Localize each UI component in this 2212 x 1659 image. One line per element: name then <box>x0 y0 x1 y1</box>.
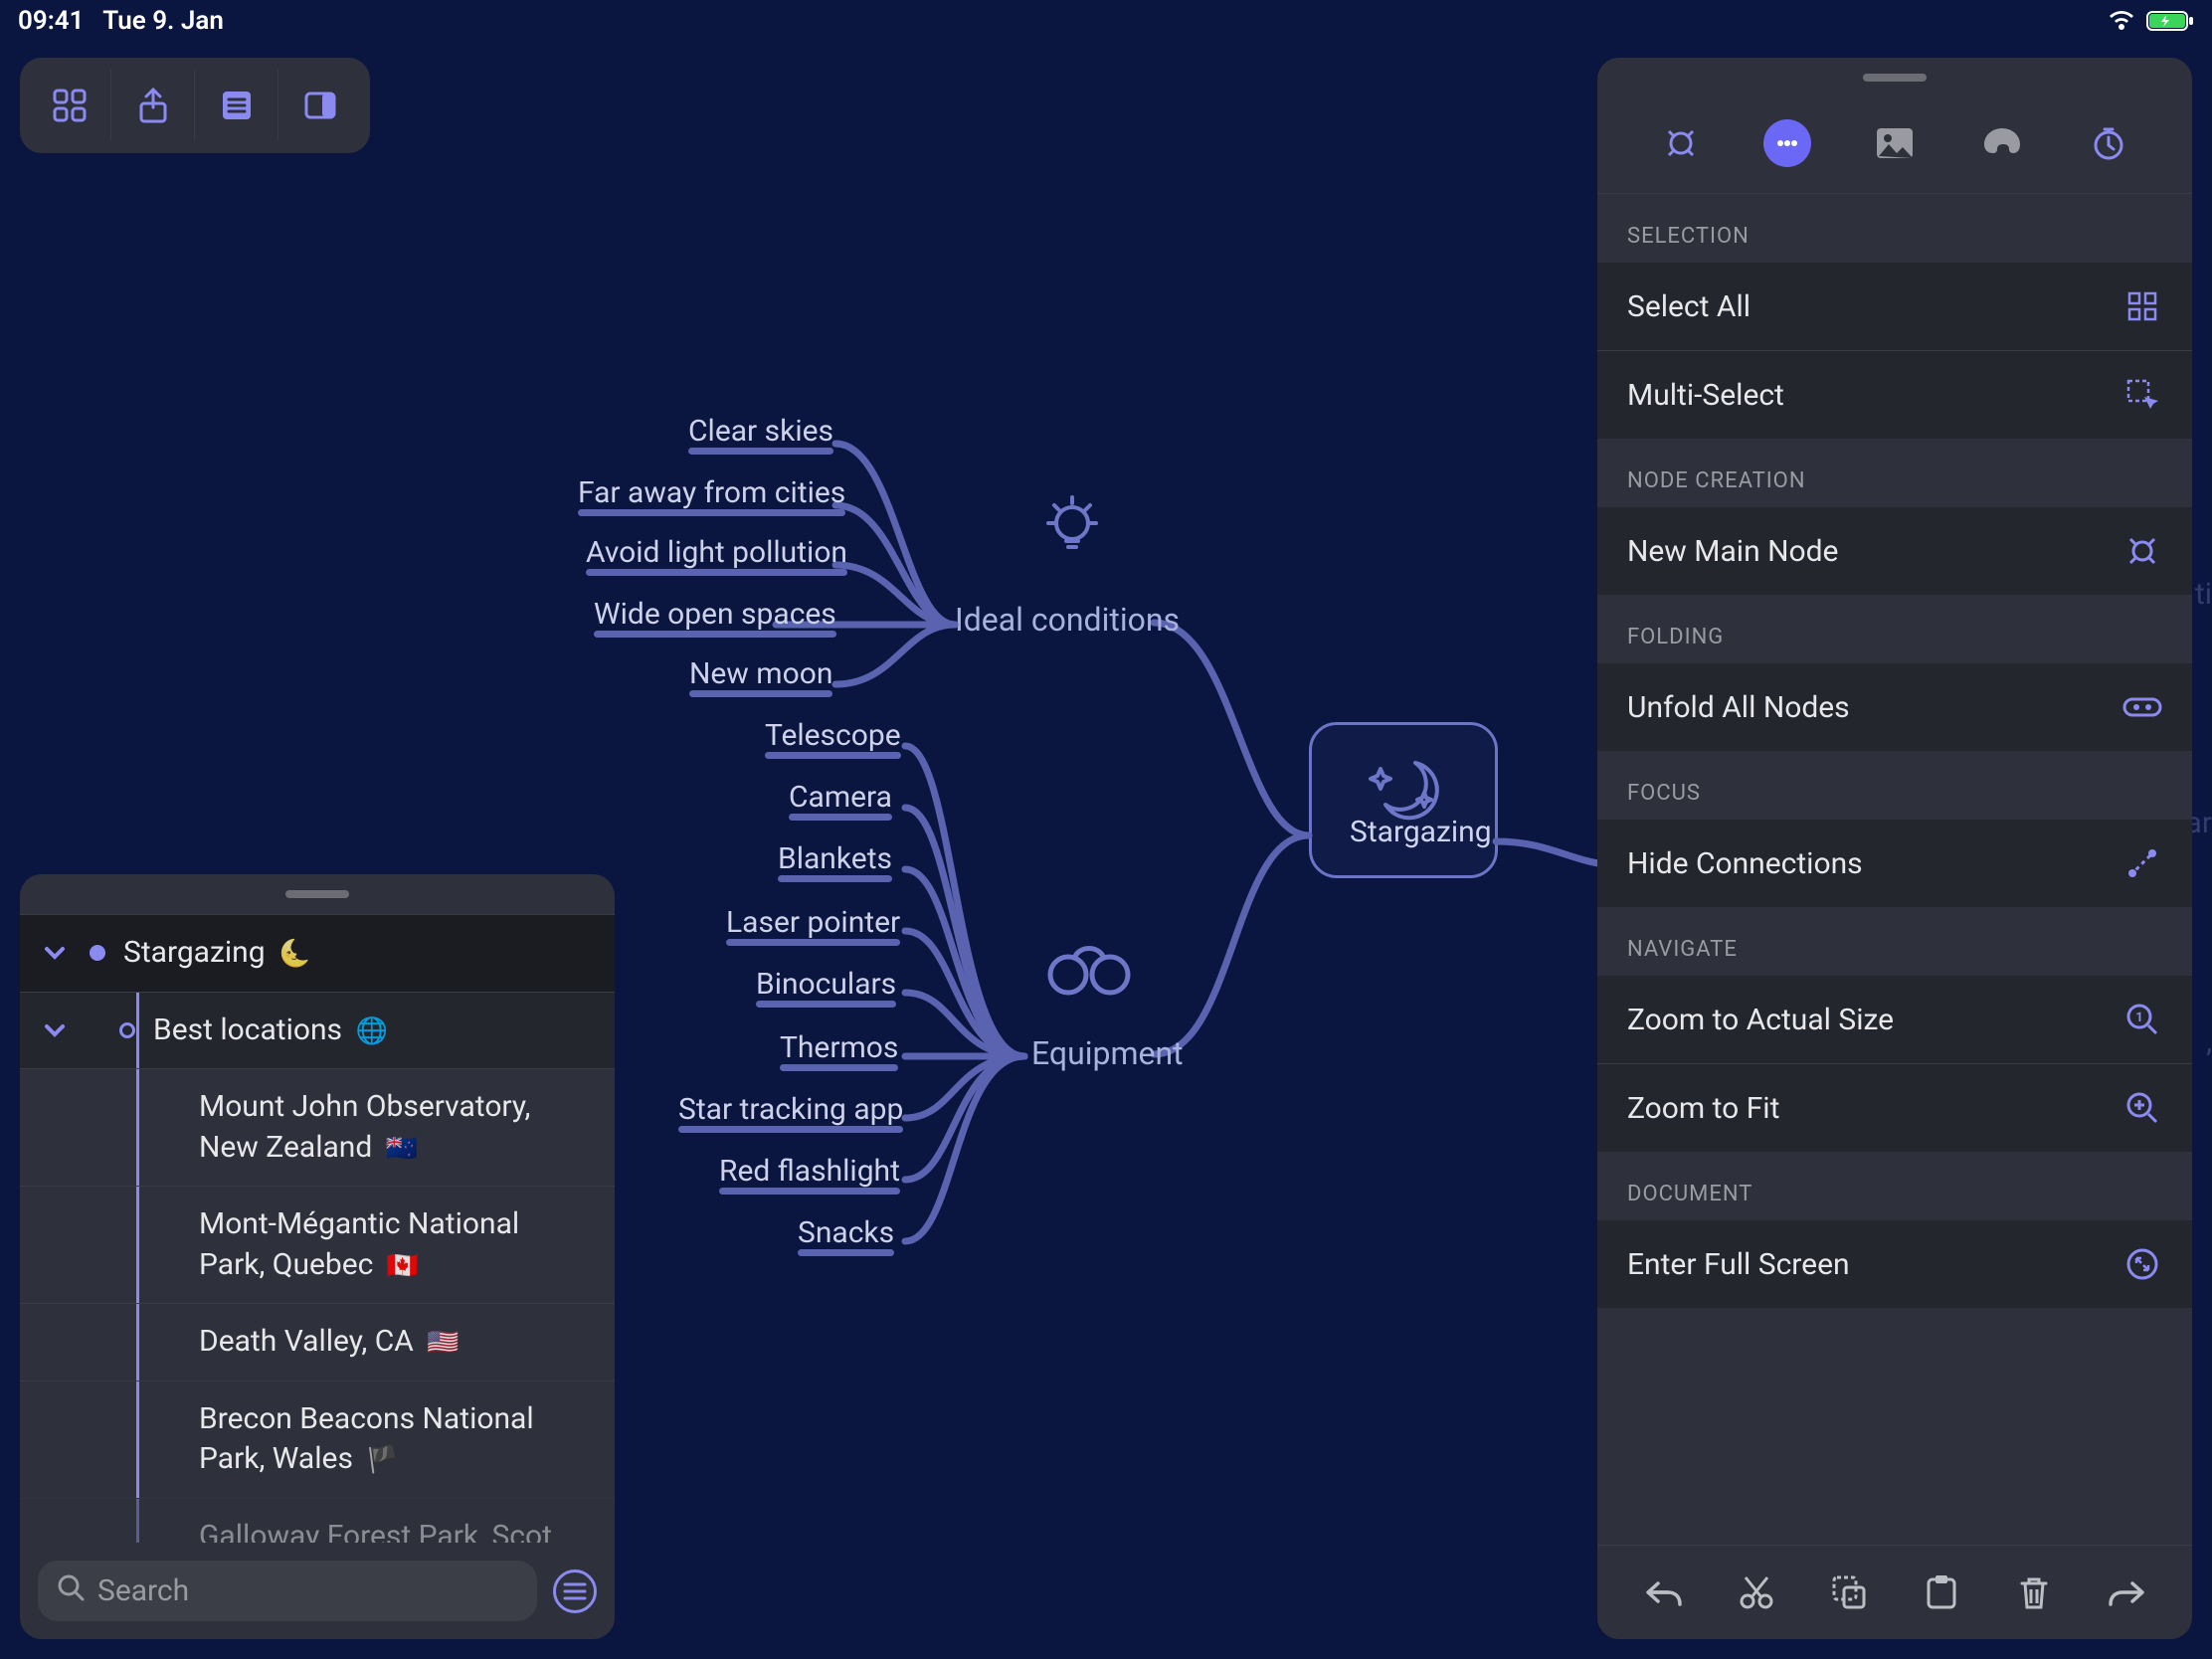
section-title: NODE CREATION <box>1597 439 2192 507</box>
node-bullet <box>119 1022 135 1038</box>
outline-branch-row[interactable]: Best locations 🌐 <box>20 992 615 1069</box>
outline-item-row[interactable]: Brecon Beacons National Park, Wales 🏴 <box>20 1381 615 1498</box>
section-title: SELECTION <box>1597 194 2192 263</box>
outline-label: Stargazing 🌜 <box>123 933 326 974</box>
mindmap-node[interactable]: Binoculars <box>756 967 896 1002</box>
status-time: 09:41 <box>18 6 85 36</box>
inspector-tabs <box>1597 97 2192 194</box>
hide-connections-row[interactable]: Hide Connections <box>1597 820 2192 907</box>
battery-icon <box>2146 9 2194 33</box>
outline-label: Mount John Observatory, New Zealand 🇳🇿 <box>199 1087 597 1168</box>
lightbulb-icon <box>1034 487 1110 570</box>
mindmap-node[interactable]: Laser pointer <box>726 905 900 940</box>
search-field[interactable] <box>97 1573 519 1608</box>
outline-item-row[interactable]: Galloway Forest Park, Scot <box>20 1498 615 1544</box>
mindmap-node[interactable]: Clear skies <box>688 414 833 449</box>
copy-button[interactable] <box>1824 1567 1874 1617</box>
mindmap-node[interactable]: Avoid light pollution <box>586 535 847 570</box>
fullscreen-row[interactable]: Enter Full Screen <box>1597 1220 2192 1308</box>
zoom-fit-icon <box>2122 1088 2162 1128</box>
chevron-down-icon[interactable] <box>20 1016 90 1044</box>
multi-select-row[interactable]: Multi-Select <box>1597 350 2192 439</box>
zoom-actual-icon: 1 <box>2122 1000 2162 1039</box>
outline-label: Mont-Mégantic National Park, Quebec 🇨🇦 <box>199 1204 597 1285</box>
mindmap-node[interactable]: Red flashlight <box>719 1154 900 1189</box>
outline-item-row[interactable]: Mount John Observatory, New Zealand 🇳🇿 <box>20 1068 615 1186</box>
top-left-toolbar <box>20 58 370 153</box>
outline-item-row[interactable]: Mont-Mégantic National Park, Quebec 🇨🇦 <box>20 1186 615 1303</box>
section-title: FOLDING <box>1597 595 2192 663</box>
mindmap-node[interactable]: Camera <box>789 780 892 815</box>
unfold-all-row[interactable]: Unfold All Nodes <box>1597 663 2192 751</box>
mindmap-root-node[interactable]: Stargazing <box>1309 722 1498 878</box>
chevron-down-icon[interactable] <box>20 939 90 967</box>
ghost-node: ti <box>2195 577 2212 612</box>
outline-label: Galloway Forest Park, Scot <box>199 1517 568 1544</box>
tab-timer-icon[interactable] <box>2085 119 2132 167</box>
outline-label: Best locations 🌐 <box>153 1011 404 1051</box>
documents-button[interactable] <box>28 70 111 141</box>
redo-button[interactable] <box>2102 1567 2151 1617</box>
panel-drag-handle[interactable] <box>1597 58 2192 97</box>
new-main-node-row[interactable]: New Main Node <box>1597 507 2192 595</box>
panel-drag-handle[interactable] <box>20 874 615 914</box>
outline-list[interactable]: Stargazing 🌜 Best locations 🌐 Mount John… <box>20 914 615 1543</box>
multi-select-icon <box>2122 375 2162 415</box>
outline-label: Death Valley, CA 🇺🇸 <box>199 1322 475 1363</box>
delete-button[interactable] <box>2009 1567 2059 1617</box>
section-title: DOCUMENT <box>1597 1152 2192 1220</box>
wifi-icon <box>2107 9 2136 33</box>
select-all-icon <box>2122 286 2162 326</box>
tab-actions-icon[interactable] <box>1763 119 1811 167</box>
mindmap-node[interactable]: Blankets <box>778 841 892 876</box>
search-input[interactable] <box>38 1561 537 1621</box>
zoom-fit-row[interactable]: Zoom to Fit <box>1597 1063 2192 1152</box>
mindmap-node[interactable]: New moon <box>689 656 832 691</box>
outline-panel: Stargazing 🌜 Best locations 🌐 Mount John… <box>20 874 615 1639</box>
section-title: NAVIGATE <box>1597 907 2192 976</box>
node-bullet <box>90 945 105 961</box>
status-date: Tue 9. Jan <box>102 6 224 36</box>
section-title: FOCUS <box>1597 751 2192 820</box>
paste-button[interactable] <box>1917 1567 1966 1617</box>
ghost-node: , <box>2206 1024 2212 1059</box>
svg-text:1: 1 <box>2135 1011 2142 1025</box>
select-all-row[interactable]: Select All <box>1597 263 2192 350</box>
outline-label: Brecon Beacons National Park, Wales 🏴 <box>199 1399 597 1480</box>
outline-search-bar <box>20 1543 615 1639</box>
unfold-icon <box>2122 687 2162 727</box>
binoculars-icon <box>1044 935 1134 1006</box>
share-button[interactable] <box>111 70 195 141</box>
new-node-icon <box>2122 531 2162 571</box>
moon-icon <box>1361 745 1446 838</box>
undo-button[interactable] <box>1639 1567 1689 1617</box>
tab-node-icon[interactable] <box>1657 119 1705 167</box>
mindmap-root-label: Stargazing <box>1350 815 1492 849</box>
mindmap-node[interactable]: Snacks <box>798 1215 894 1250</box>
mindmap-node[interactable]: Far away from cities <box>578 475 845 510</box>
outline-toggle-button[interactable] <box>195 70 278 141</box>
outline-root-row[interactable]: Stargazing 🌜 <box>20 914 615 992</box>
search-icon <box>56 1572 86 1609</box>
inspector-panel: SELECTION Select All Multi-Select NODE C… <box>1597 58 2192 1639</box>
tab-image-icon[interactable] <box>1871 119 1919 167</box>
outline-menu-button[interactable] <box>553 1569 597 1613</box>
tab-style-icon[interactable] <box>1978 119 2026 167</box>
mindmap-node[interactable]: Telescope <box>765 718 901 753</box>
branch-label[interactable]: Equipment <box>1031 1034 1184 1072</box>
zoom-actual-row[interactable]: Zoom to Actual Size 1 <box>1597 976 2192 1063</box>
mindmap-node[interactable]: Thermos <box>780 1030 898 1065</box>
inspector-bottom-toolbar <box>1597 1545 2192 1639</box>
mindmap-node[interactable]: Star tracking app <box>678 1092 903 1127</box>
outline-item-row[interactable]: Death Valley, CA 🇺🇸 <box>20 1303 615 1381</box>
hide-connections-icon <box>2122 843 2162 883</box>
inspector-content[interactable]: SELECTION Select All Multi-Select NODE C… <box>1597 194 2192 1545</box>
inspector-toggle-button[interactable] <box>278 70 362 141</box>
cut-button[interactable] <box>1732 1567 1781 1617</box>
status-bar: 09:41 Tue 9. Jan <box>18 6 2194 36</box>
branch-label[interactable]: Ideal conditions <box>955 601 1180 639</box>
fullscreen-icon <box>2122 1244 2162 1284</box>
mindmap-node[interactable]: Wide open spaces <box>594 597 836 632</box>
